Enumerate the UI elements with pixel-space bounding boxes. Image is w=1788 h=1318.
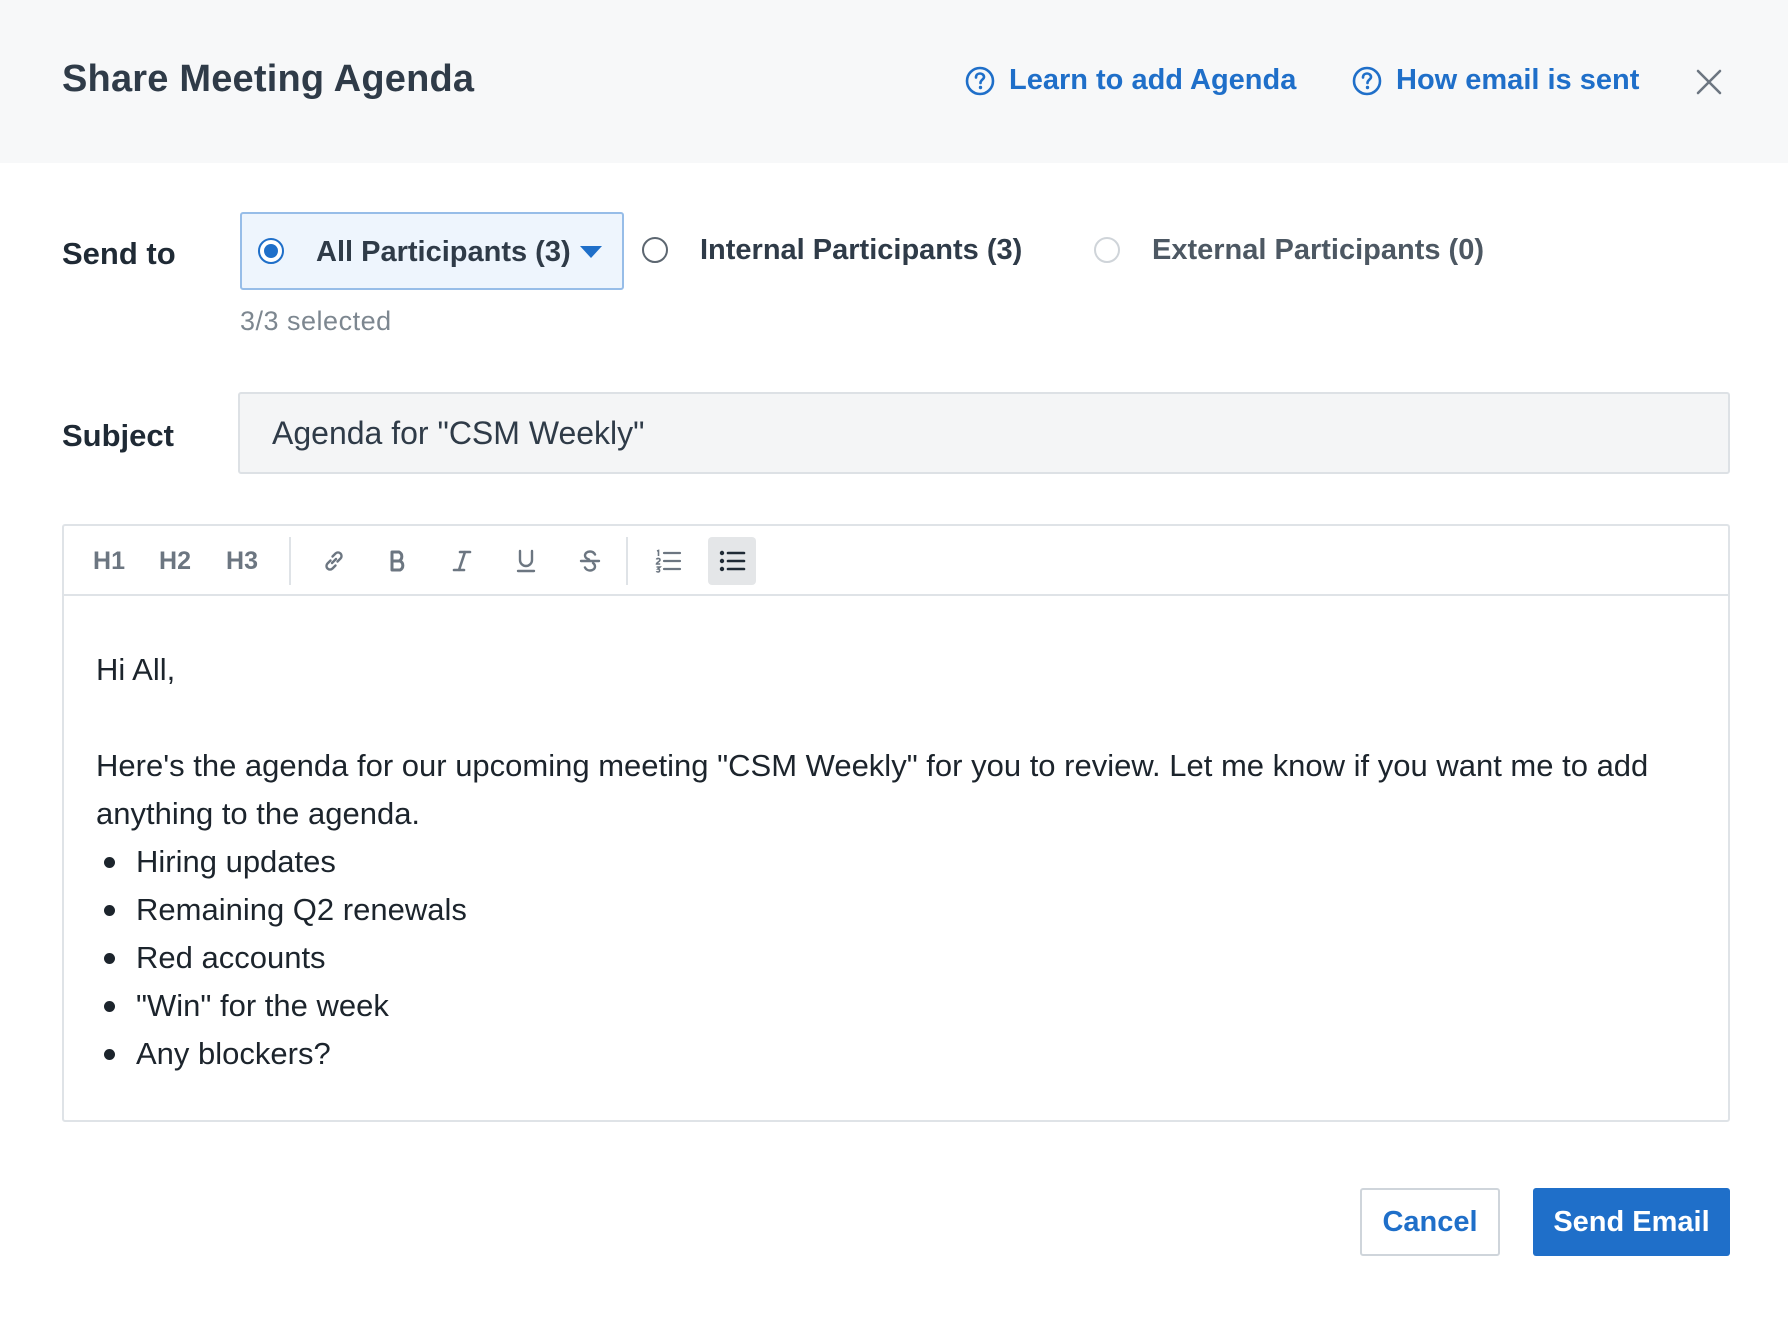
list-item: Red accounts — [96, 934, 1696, 982]
subject-label: Subject — [62, 418, 174, 453]
external-participants-radio — [1094, 237, 1120, 263]
editor-content[interactable]: Hi All, Here's the agenda for our upcomi… — [96, 646, 1696, 1078]
toolbar-divider — [626, 537, 628, 585]
numbered-list-button[interactable] — [644, 537, 692, 585]
greeting-text: Hi All, — [96, 652, 176, 687]
question-circle-icon — [1352, 66, 1382, 95]
all-participants-radio[interactable] — [258, 238, 284, 264]
close-icon[interactable] — [1694, 67, 1724, 97]
send-email-button[interactable]: Send Email — [1533, 1188, 1730, 1256]
intro-text: Here's the agenda for our upcoming meeti… — [96, 748, 1649, 831]
underline-button[interactable] — [502, 537, 550, 585]
bold-icon — [390, 550, 405, 572]
selected-count: 3/3 selected — [240, 306, 392, 336]
agenda-list: Hiring updates Remaining Q2 renewals Red… — [96, 838, 1696, 1078]
link-button[interactable] — [310, 537, 358, 585]
list-item: Hiring updates — [96, 838, 1696, 886]
underline-icon — [516, 549, 536, 573]
subject-input[interactable] — [238, 392, 1730, 474]
heading1-button[interactable]: H1 — [86, 537, 132, 585]
italic-icon — [452, 550, 472, 572]
share-agenda-dialog: Share Meeting Agenda Learn to add Agenda… — [0, 0, 1788, 1318]
numbered-list-icon — [655, 549, 682, 573]
strikethrough-button[interactable] — [566, 537, 614, 585]
heading2-button[interactable]: H2 — [152, 537, 198, 585]
list-item: "Win" for the week — [96, 982, 1696, 1030]
bold-button[interactable] — [374, 537, 422, 585]
external-participants-label: External Participants (0) — [1152, 234, 1484, 266]
email-body-editor: H1 H2 H3 Hi All, Here's the agenda for o… — [62, 524, 1730, 1122]
list-item: Remaining Q2 renewals — [96, 886, 1696, 934]
italic-button[interactable] — [438, 537, 486, 585]
send-to-label: Send to — [62, 236, 176, 271]
heading3-button[interactable]: H3 — [219, 537, 265, 585]
bulleted-list-icon — [719, 550, 746, 572]
list-item: Any blockers? — [96, 1030, 1696, 1078]
editor-toolbar: H1 H2 H3 — [64, 526, 1728, 596]
internal-participants-label: Internal Participants (3) — [700, 234, 1023, 266]
how-email-is-sent-label: How email is sent — [1396, 64, 1640, 96]
cancel-button[interactable]: Cancel — [1360, 1188, 1500, 1256]
toolbar-divider — [289, 537, 291, 585]
strikethrough-icon — [579, 550, 601, 572]
question-circle-icon — [965, 66, 995, 95]
dialog-header: Share Meeting Agenda Learn to add Agenda… — [0, 0, 1788, 163]
learn-to-add-agenda-link[interactable]: Learn to add Agenda — [965, 64, 1296, 97]
how-email-is-sent-link[interactable]: How email is sent — [1352, 64, 1639, 97]
bulleted-list-button[interactable] — [708, 537, 756, 585]
link-icon — [325, 551, 343, 571]
dialog-title: Share Meeting Agenda — [62, 58, 475, 100]
all-participants-label: All Participants (3) — [316, 236, 571, 268]
all-participants-option[interactable]: All Participants (3) — [240, 212, 624, 290]
learn-to-add-agenda-label: Learn to add Agenda — [1009, 64, 1297, 96]
internal-participants-radio[interactable] — [642, 237, 668, 263]
caret-down-icon[interactable] — [580, 246, 602, 258]
